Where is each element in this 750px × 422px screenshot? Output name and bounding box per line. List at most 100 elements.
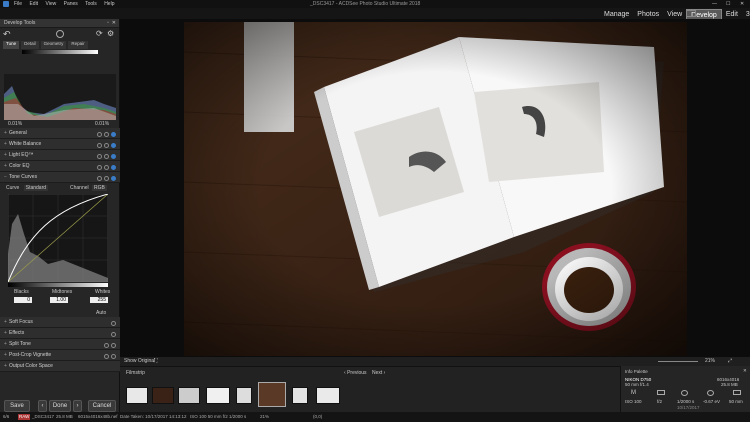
midtones-input[interactable]: 1.00 — [50, 297, 68, 303]
prev-button[interactable]: ‹ — [38, 400, 47, 412]
midtones-label: Midtones — [52, 289, 73, 295]
show-original-button[interactable]: Show Original — [124, 357, 155, 366]
settings-gear-icon[interactable]: ⚙ — [107, 29, 114, 38]
menu-view[interactable]: View — [45, 1, 56, 7]
save-button[interactable]: Save — [4, 400, 30, 412]
tab-tune[interactable]: Tune — [3, 41, 20, 49]
info-palette: Info Palette ✕ NIKON D750 50 mm f/1.4 60… — [620, 366, 750, 412]
fullscreen-icon[interactable]: ⛶ — [154, 357, 158, 366]
histogram-bar — [0, 49, 119, 55]
previous-button[interactable]: ‹ Previous — [344, 370, 367, 376]
tool-tabs: Tune Detail Geometry Repair — [0, 41, 119, 49]
cancel-button[interactable]: Cancel — [88, 400, 116, 412]
thumbnail[interactable] — [316, 387, 340, 404]
section-split-tone[interactable]: + Split Tone — [0, 339, 120, 350]
panel-actions: Save ‹ Done › Cancel — [0, 399, 120, 413]
levels-gradient[interactable] — [8, 283, 108, 287]
channel-label: Channel — [70, 185, 89, 191]
panel-pin-icon[interactable]: ▫ — [107, 19, 109, 28]
toggle-icon[interactable] — [104, 143, 109, 148]
reset-icon[interactable] — [97, 143, 102, 148]
enable-icon[interactable] — [111, 132, 116, 137]
section-light-eq-label: Light EQ™ — [9, 152, 34, 158]
section-general[interactable]: + General — [0, 128, 120, 139]
toggle-icon[interactable] — [111, 354, 116, 359]
enable-icon[interactable] — [111, 154, 116, 159]
reset-icon[interactable] — [104, 343, 109, 348]
tone-curve-graph[interactable] — [8, 194, 108, 282]
zoom-slider[interactable] — [658, 361, 698, 362]
histogram — [4, 74, 116, 120]
menu-file[interactable]: File — [14, 1, 22, 7]
thumbnail-selected[interactable] — [258, 382, 286, 407]
section-tone-curves-label: Tone Curves — [9, 174, 38, 180]
channel-select[interactable]: RGB — [92, 185, 107, 191]
thumbnail[interactable] — [178, 387, 200, 404]
thumbnail[interactable] — [126, 387, 148, 404]
panel-close-icon[interactable]: ✕ — [112, 19, 116, 28]
info-close-icon[interactable]: ✕ — [743, 368, 747, 374]
next-button[interactable]: Next › — [372, 370, 385, 376]
thumbnail[interactable] — [292, 387, 308, 404]
maximize-button[interactable]: ☐ — [726, 0, 730, 8]
thumbnail[interactable] — [206, 387, 230, 404]
toggle-icon[interactable] — [104, 132, 109, 137]
menu-panes[interactable]: Panes — [64, 1, 78, 7]
reset-icon[interactable] — [104, 354, 109, 359]
toggle-icon[interactable] — [104, 154, 109, 159]
menu-bar: File Edit View Panes Tools Help — [14, 0, 120, 8]
section-white-balance[interactable]: + White Balance — [0, 139, 120, 150]
menu-help[interactable]: Help — [104, 1, 114, 7]
toggle-icon[interactable] — [111, 332, 116, 337]
reset-icon[interactable] — [97, 176, 102, 181]
reset-icon[interactable] — [97, 154, 102, 159]
whites-label: Whites — [95, 289, 111, 295]
exposure-mode: M — [631, 390, 636, 396]
menu-tools[interactable]: Tools — [85, 1, 97, 7]
section-vignette[interactable]: + Post-Crop Vignette — [0, 350, 120, 361]
reset-icon[interactable] — [97, 165, 102, 170]
undo-icon[interactable]: ↶ — [3, 29, 11, 40]
section-output-color[interactable]: + Output Color Space — [0, 361, 120, 372]
section-soft-focus[interactable]: + Soft Focus — [0, 317, 120, 328]
photo-canvas[interactable] — [184, 22, 687, 356]
reset-icon[interactable]: ⟳ — [96, 29, 103, 38]
enable-icon[interactable] — [111, 176, 116, 181]
blacks-input[interactable]: 0 — [14, 297, 32, 303]
panel-title: Develop Tools — [4, 20, 36, 26]
curve-preset-select[interactable]: Standard — [23, 185, 49, 191]
enable-icon[interactable] — [111, 143, 116, 148]
status-filesize: 25.8 MB — [56, 414, 73, 419]
next-button[interactable]: › — [73, 400, 82, 412]
layout-toggle-icon[interactable] — [686, 10, 696, 17]
next-label: Next — [372, 370, 383, 376]
toggle-icon[interactable] — [111, 321, 116, 326]
menu-edit[interactable]: Edit — [29, 1, 38, 7]
toggle-icon[interactable] — [104, 176, 109, 181]
whites-input[interactable]: 255 — [90, 297, 108, 303]
section-vignette-label: Post-Crop Vignette — [9, 352, 52, 358]
section-effects[interactable]: + Effects — [0, 328, 120, 339]
done-button[interactable]: Done — [49, 400, 71, 412]
auto-button[interactable]: Auto — [96, 310, 106, 316]
thumbnail[interactable] — [152, 387, 174, 404]
tab-geometry[interactable]: Geometry — [40, 41, 67, 49]
tab-detail[interactable]: Detail — [21, 41, 39, 49]
fit-icon[interactable]: ⤢ — [728, 357, 732, 366]
filmstrip-title: Filmstrip — [126, 370, 145, 376]
section-tone-curves[interactable]: − Tone Curves — [0, 172, 120, 183]
minimize-button[interactable]: — — [712, 0, 717, 8]
sections-top: + General + White Balance + Light EQ™ + Colo… — [0, 128, 120, 183]
enable-icon[interactable] — [111, 165, 116, 170]
section-color-eq[interactable]: + Color EQ — [0, 161, 120, 172]
close-button[interactable]: ✕ — [740, 0, 744, 8]
crosshair-icon[interactable] — [56, 30, 64, 38]
toggle-icon[interactable] — [111, 343, 116, 348]
toggle-icon[interactable] — [104, 165, 109, 170]
section-light-eq[interactable]: + Light EQ™ — [0, 150, 120, 161]
reset-icon[interactable] — [97, 132, 102, 137]
tab-repair[interactable]: Repair — [68, 41, 88, 49]
focal-icon — [733, 390, 741, 395]
thumbnail[interactable] — [236, 387, 252, 404]
status-date: Date Taken: 10/17/2017 14:13:12 — [120, 414, 187, 419]
